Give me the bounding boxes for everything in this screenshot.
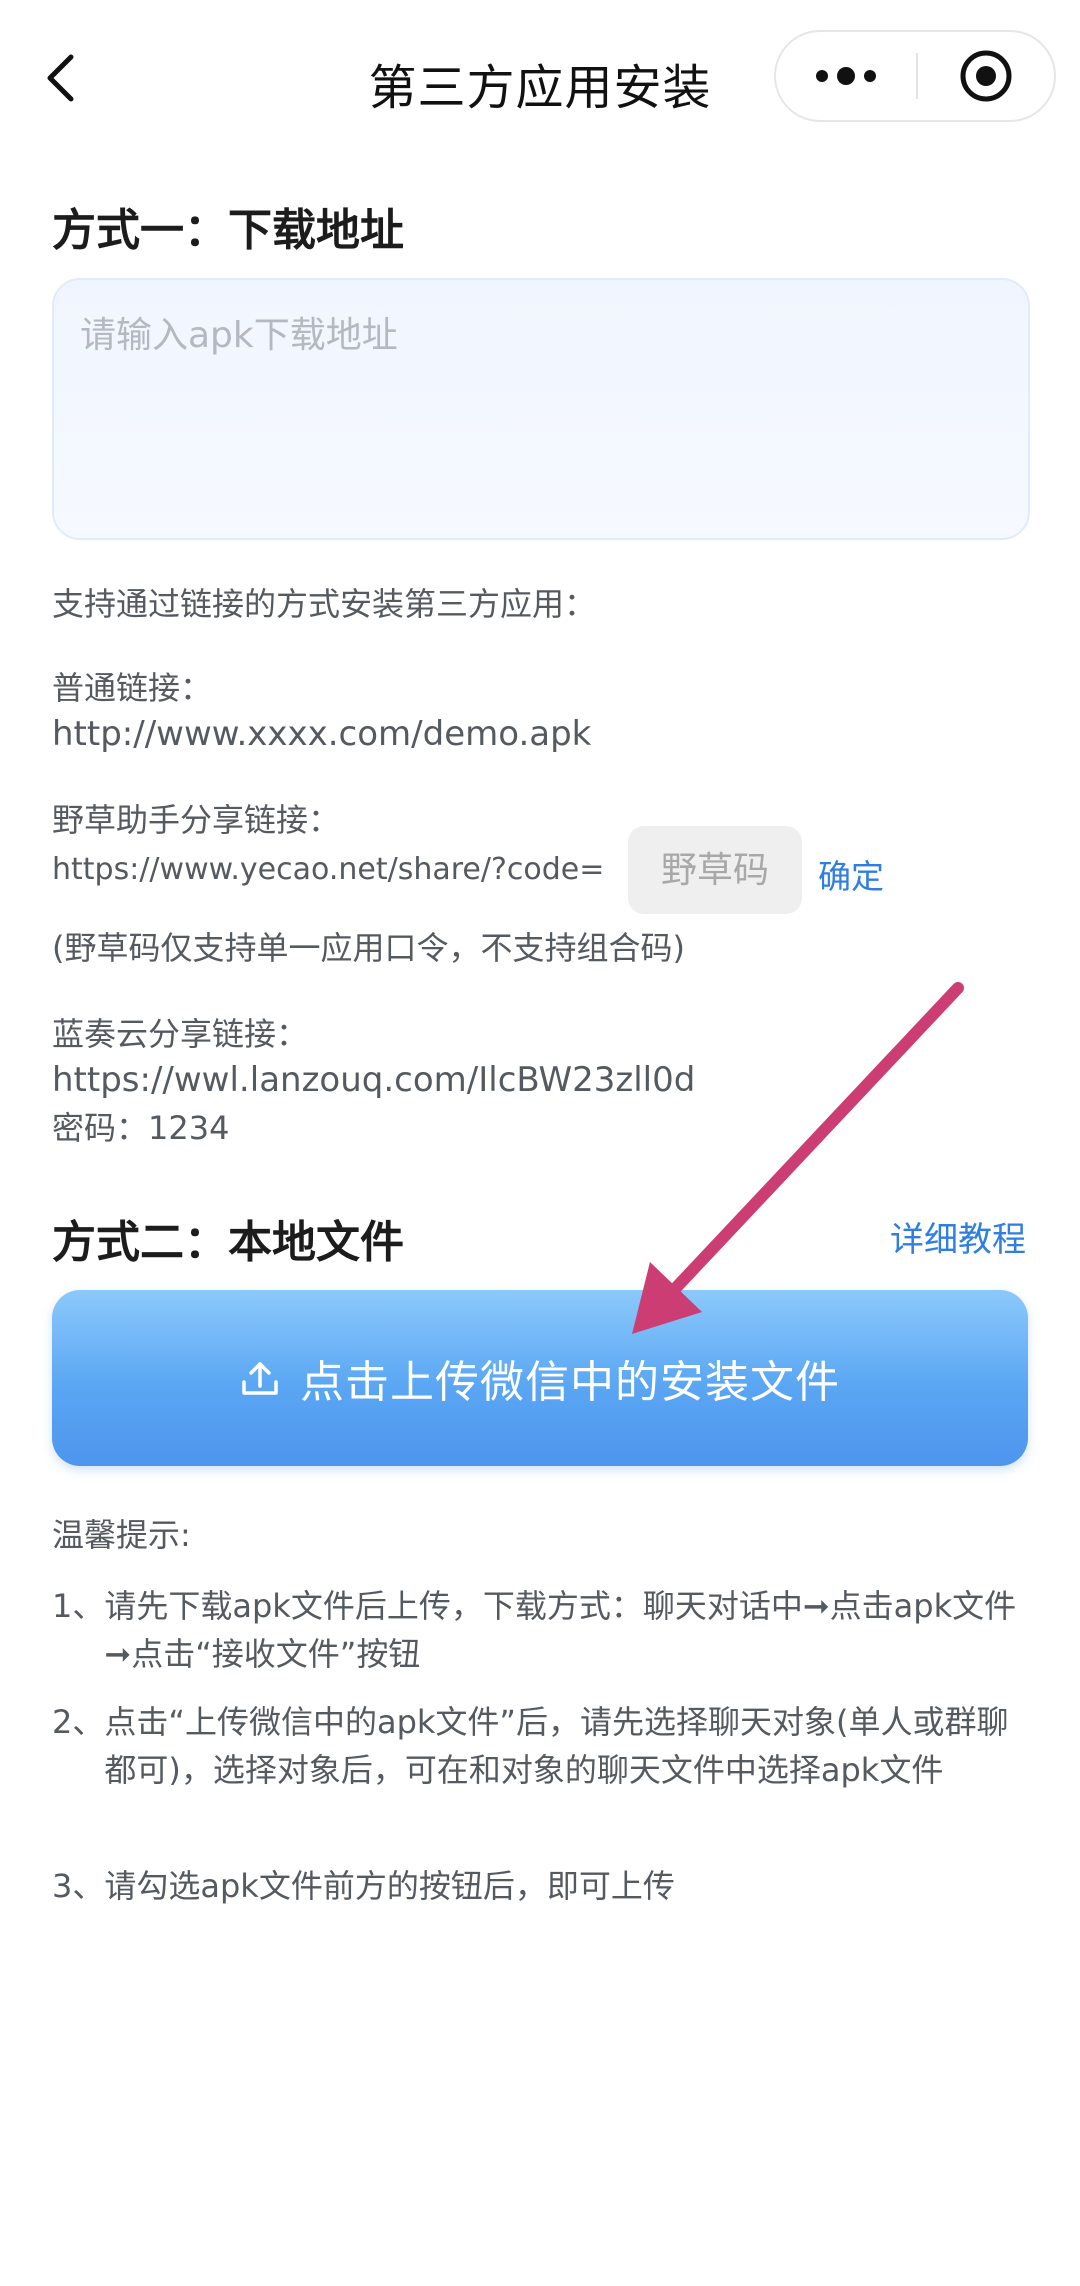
close-button[interactable] bbox=[918, 32, 1054, 120]
tip-text: 点击“上传微信中的apk文件”后，请先选择聊天对象(单人或群聊都可)，选择对象后… bbox=[104, 1703, 1009, 1789]
tip-text: 请勾选apk文件前方的按钮后，即可上传 bbox=[104, 1867, 675, 1905]
method1-heading: 方式一：下载地址 bbox=[52, 205, 404, 256]
confirm-button[interactable]: 确定 bbox=[818, 850, 884, 898]
tips-title: 温馨提示: bbox=[52, 1516, 191, 1554]
tip-item-1: 1、 请先下载apk文件后上传，下载方式：聊天对话中➞点击apk文件➞点击“接收… bbox=[52, 1582, 1032, 1678]
upload-button-label: 点击上传微信中的安装文件 bbox=[300, 1357, 840, 1408]
mini-program-capsule bbox=[774, 30, 1056, 122]
normal-link-url: http://www.xxxx.com/demo.apk bbox=[52, 714, 592, 754]
tip-item-3: 3、 请勾选apk文件前方的按钮后，即可上传 bbox=[52, 1862, 1032, 1910]
method2-heading: 方式二：本地文件 bbox=[52, 1217, 404, 1268]
lanzou-link-label: 蓝奏云分享链接： bbox=[52, 1015, 309, 1053]
tip-number: 1、 bbox=[52, 1587, 105, 1625]
tip-number: 2、 bbox=[52, 1703, 105, 1741]
tutorial-link[interactable]: 详细教程 bbox=[890, 1212, 1026, 1261]
apk-url-input[interactable] bbox=[52, 278, 1030, 540]
yecao-url-prefix: https://www.yecao.net/share/?code= bbox=[52, 852, 605, 887]
yecao-code-input[interactable] bbox=[628, 826, 802, 914]
upload-file-button[interactable]: 点击上传微信中的安装文件 bbox=[52, 1290, 1028, 1466]
lanzou-password: 密码：1234 bbox=[52, 1109, 230, 1147]
tip-text: 请先下载apk文件后上传，下载方式：聊天对话中➞点击apk文件➞点击“接收文件”… bbox=[104, 1587, 1017, 1673]
normal-link-label: 普通链接： bbox=[52, 669, 213, 707]
nav-bar: 第三方应用安装 bbox=[0, 0, 1080, 160]
yecao-note: (野草码仅支持单一应用口令，不支持组合码) bbox=[52, 929, 685, 967]
support-text: 支持通过链接的方式安装第三方应用： bbox=[52, 585, 597, 623]
target-circle-icon bbox=[960, 50, 1012, 102]
tip-item-2: 2、 点击“上传微信中的apk文件”后，请先选择聊天对象(单人或群聊都可)，选择… bbox=[52, 1698, 1032, 1794]
yecao-link-label: 野草助手分享链接： bbox=[52, 801, 341, 839]
more-dots-icon bbox=[816, 67, 876, 85]
more-button[interactable] bbox=[776, 32, 916, 120]
tip-number: 3、 bbox=[52, 1867, 105, 1905]
lanzou-link-url: https://wwl.lanzouq.com/IlcBW23zll0d bbox=[52, 1060, 696, 1100]
upload-icon bbox=[242, 1362, 278, 1395]
